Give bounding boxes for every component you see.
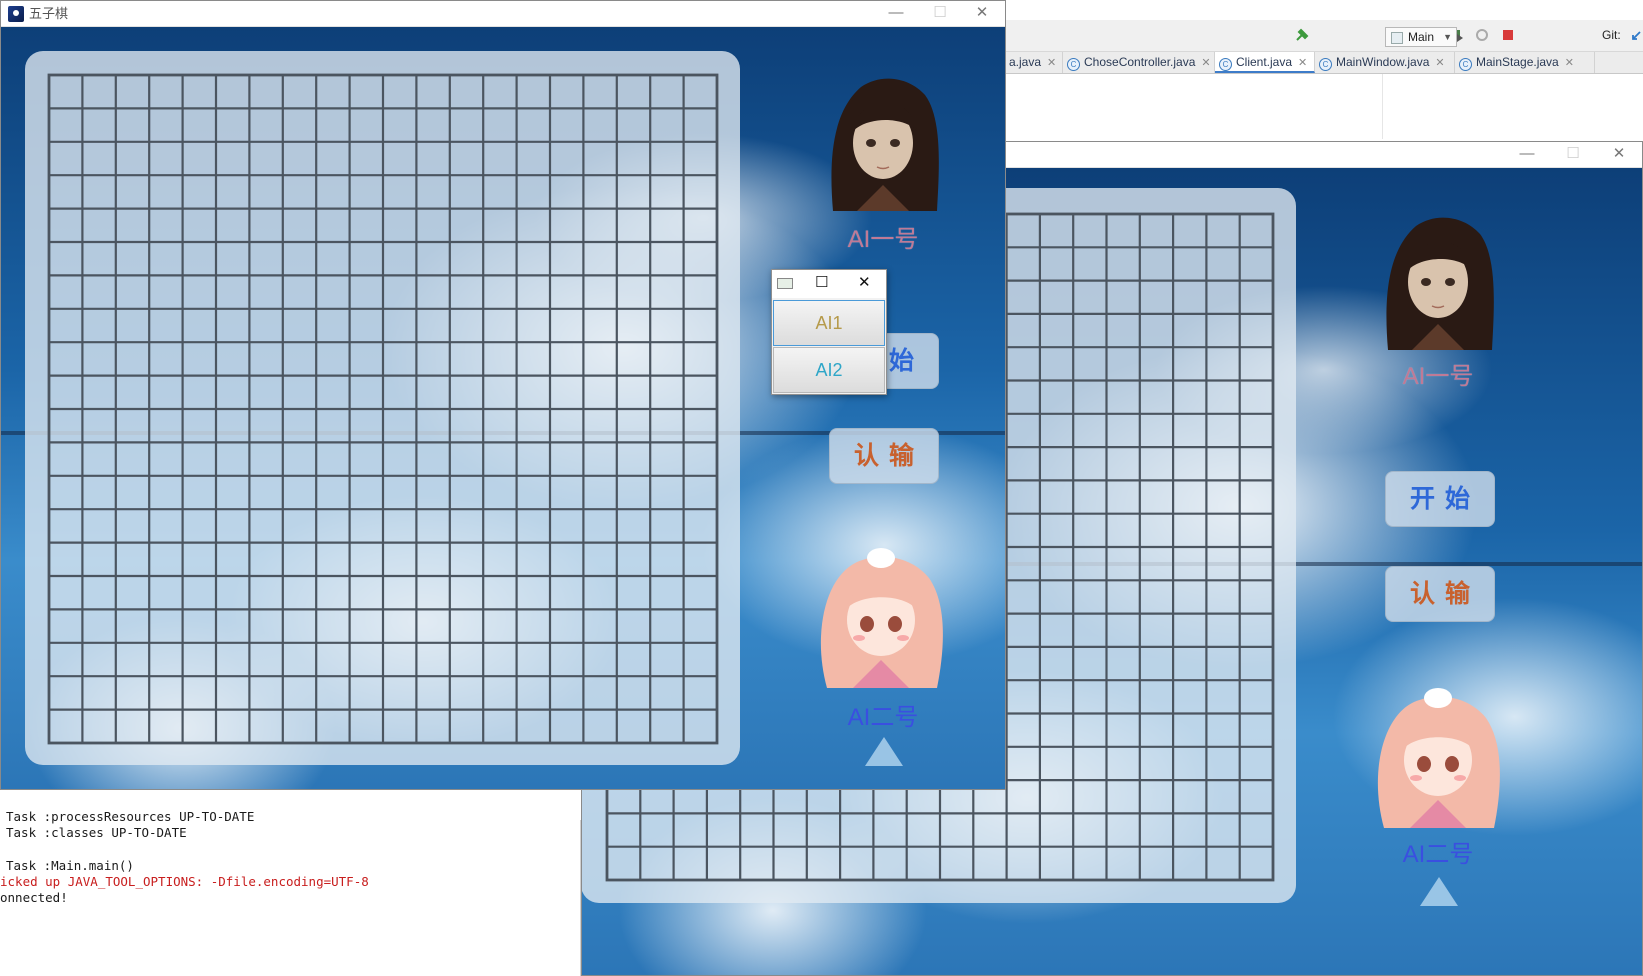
tab-label: Client.java: [1236, 55, 1293, 69]
ai2-avatar: [1377, 688, 1500, 828]
run-config-label: Main: [1408, 30, 1435, 44]
console-line: Task :Main.main(): [6, 858, 134, 873]
run-console: Task :processResources UP-TO-DATE Task :…: [0, 809, 585, 976]
ai1-name-label: AI一号: [1402, 363, 1474, 390]
class-icon: C: [1319, 58, 1332, 71]
console-line: Task :processResources UP-TO-DATE: [6, 809, 255, 824]
window-title: 五子棋: [29, 6, 69, 21]
window-titlebar: 五子棋 — ☐ ✕: [1, 1, 1005, 27]
minimize-icon[interactable]: —: [873, 1, 919, 27]
tab-label: a.java: [1009, 55, 1042, 69]
ai1-name-label: AI一号: [847, 226, 919, 253]
resign-button[interactable]: 认输: [829, 428, 939, 484]
tab-label: MainStage.java: [1476, 55, 1559, 69]
ai1-avatar: [831, 78, 939, 211]
class-icon: C: [1067, 58, 1080, 71]
maximize-icon[interactable]: ☐: [1550, 142, 1596, 168]
ai1-option-button[interactable]: AI1: [773, 300, 885, 346]
build-hammer-icon[interactable]: [1295, 28, 1309, 42]
console-line: onnected!: [0, 890, 68, 905]
close-icon[interactable]: ✕: [1298, 57, 1307, 69]
close-icon[interactable]: ✕: [1565, 57, 1574, 69]
tab-a-java[interactable]: a.java ✕: [1005, 52, 1063, 73]
resign-button[interactable]: 认输: [1385, 566, 1495, 622]
config-icon: [1391, 32, 1403, 44]
start-button[interactable]: 开始: [1385, 471, 1495, 527]
close-icon[interactable]: ✕: [1435, 57, 1444, 69]
class-icon: C: [1219, 58, 1232, 71]
maximize-icon[interactable]: ☐: [917, 1, 963, 27]
close-icon[interactable]: ✕: [858, 273, 871, 293]
scroll-up-arrow-icon[interactable]: [1420, 877, 1458, 906]
tab-chosecontroller-java[interactable]: C ChoseController.java ✕: [1063, 52, 1215, 73]
git-label: Git:: [1602, 28, 1621, 42]
ai-chooser-dialog: ☐ ✕ AI1 AI2: [771, 269, 887, 395]
ide-toolbar: [1005, 20, 1643, 52]
close-icon[interactable]: ✕: [1047, 57, 1056, 69]
chevron-down-icon: ▼: [1443, 32, 1452, 42]
app-logo-icon: [8, 6, 24, 22]
console-line: icked up JAVA_TOOL_OPTIONS: -Dfile.encod…: [0, 874, 369, 889]
console-line: Task :classes UP-TO-DATE: [6, 825, 187, 840]
tab-label: ChoseController.java: [1084, 55, 1196, 69]
ai2-option-button[interactable]: AI2: [773, 347, 885, 393]
close-icon[interactable]: ✕: [1596, 142, 1642, 168]
dialog-app-icon: [777, 278, 793, 289]
run-configuration-select[interactable]: Main ▼: [1385, 27, 1457, 47]
gomoku-window-primary: 五子棋 — ☐ ✕ AI一号 开始 认输 AI二号: [0, 0, 1006, 790]
ai2-name-label: AI二号: [847, 704, 919, 731]
close-icon[interactable]: ✕: [959, 1, 1005, 27]
git-update-icon[interactable]: [1630, 30, 1642, 42]
close-icon[interactable]: ✕: [1201, 57, 1210, 69]
tab-mainstage-java[interactable]: C MainStage.java ✕: [1455, 52, 1595, 73]
editor-divider: [1382, 74, 1383, 139]
ai2-name-label: AI二号: [1402, 841, 1474, 868]
stop-icon[interactable]: [1501, 28, 1515, 42]
scroll-up-arrow-icon[interactable]: [865, 737, 903, 766]
ai1-avatar: [1386, 217, 1494, 350]
profile-icon[interactable]: [1475, 28, 1489, 42]
dialog-titlebar: ☐ ✕: [772, 270, 886, 298]
tab-mainwindow-java[interactable]: C MainWindow.java ✕: [1315, 52, 1455, 73]
minimize-icon[interactable]: —: [1504, 142, 1550, 168]
editor-tab-bar: a.java ✕ C ChoseController.java ✕ C Client.j…: [1005, 52, 1643, 74]
tab-client-java[interactable]: C Client.java ✕: [1215, 52, 1315, 73]
game-board[interactable]: [47, 73, 719, 745]
ai2-avatar: [820, 548, 943, 688]
maximize-icon[interactable]: ☐: [815, 273, 828, 293]
tab-label: MainWindow.java: [1336, 55, 1430, 69]
class-icon: C: [1459, 58, 1472, 71]
